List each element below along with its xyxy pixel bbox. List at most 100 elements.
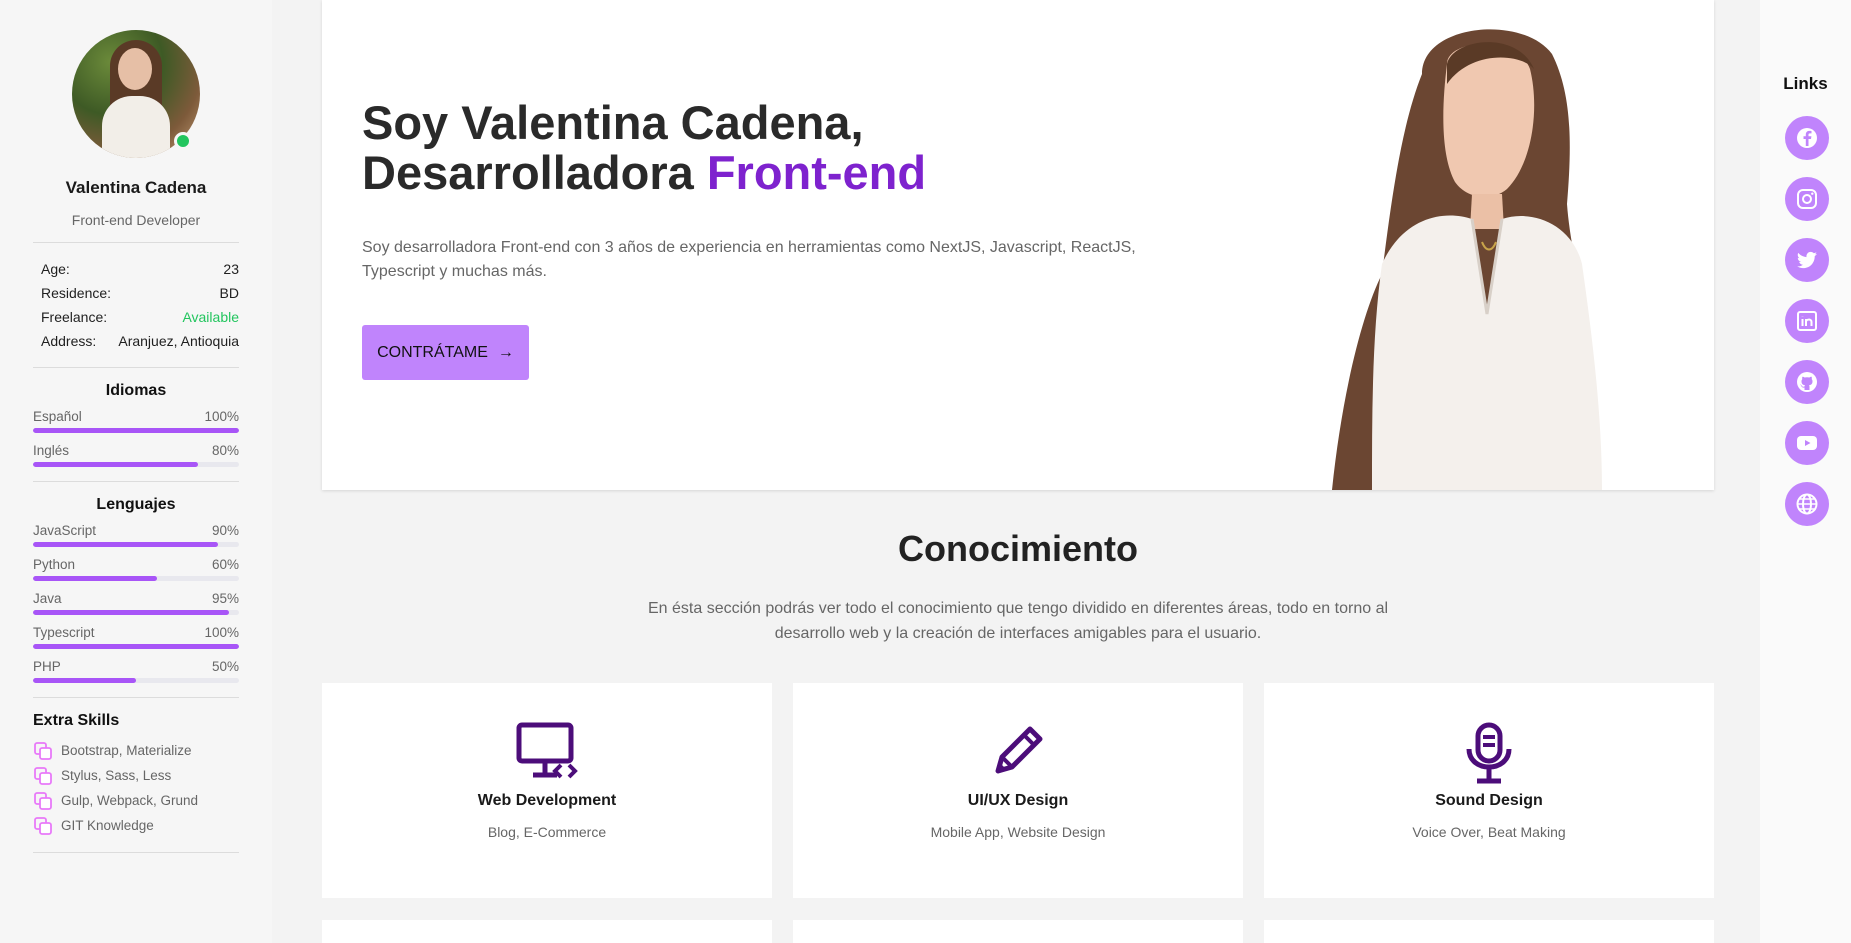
skill-progress-fill bbox=[33, 644, 239, 649]
microphone-icon bbox=[1466, 722, 1512, 784]
skill-head: JavaScript 90% bbox=[33, 522, 239, 540]
skill-name: Python bbox=[33, 557, 76, 572]
info-value: BD bbox=[219, 285, 239, 301]
skill-progress-bar bbox=[33, 542, 239, 547]
skill-name: Java bbox=[33, 591, 62, 606]
instagram-link[interactable] bbox=[1785, 177, 1829, 221]
info-row-address: Address: Aranjuez, Antioquia bbox=[33, 329, 239, 353]
hero-description: Soy desarrolladora Front-end con 3 años … bbox=[362, 239, 1136, 280]
info-row-age: Age: 23 bbox=[33, 257, 239, 281]
skill-progress-bar bbox=[33, 610, 239, 615]
skill-item: JavaScript 90% bbox=[33, 522, 239, 547]
globe-icon bbox=[1796, 493, 1818, 515]
service-card-partial bbox=[793, 920, 1243, 943]
extra-skill-item: Gulp, Webpack, Grund bbox=[33, 788, 239, 813]
skill-name: Inglés bbox=[33, 443, 70, 458]
copy-icon bbox=[34, 816, 52, 835]
extra-skill-label: Bootstrap, Materialize bbox=[61, 743, 192, 758]
extra-skill-item: GIT Knowledge bbox=[33, 813, 239, 838]
skill-progress-fill bbox=[33, 542, 219, 547]
skill-item: PHP 50% bbox=[33, 658, 239, 683]
skill-progress-fill bbox=[33, 576, 157, 581]
skill-level: 80% bbox=[211, 443, 239, 458]
service-card-partial bbox=[1264, 920, 1714, 943]
twitter-link[interactable] bbox=[1785, 238, 1829, 282]
profile-role: Front-end Developer bbox=[71, 212, 201, 228]
avatar bbox=[72, 30, 200, 158]
extra-skill-label: Gulp, Webpack, Grund bbox=[61, 793, 199, 808]
skill-progress-fill bbox=[33, 428, 239, 433]
copy-icon bbox=[34, 766, 52, 785]
service-card-title: Sound Design bbox=[1435, 792, 1543, 809]
service-card-subtitle: Voice Over, Beat Making bbox=[1412, 824, 1566, 840]
hire-me-button[interactable]: CONTRÁTAME → bbox=[362, 325, 529, 380]
facebook-icon bbox=[1797, 128, 1817, 148]
skill-level: 90% bbox=[211, 523, 239, 538]
info-label: Freelance: bbox=[41, 309, 108, 325]
twitter-icon bbox=[1797, 251, 1817, 269]
linkedin-icon bbox=[1797, 311, 1817, 331]
info-label: Age: bbox=[41, 261, 70, 277]
skill-name: JavaScript bbox=[33, 523, 97, 538]
info-label: Address: bbox=[41, 333, 97, 349]
skill-progress-fill bbox=[33, 462, 198, 467]
skill-progress-bar bbox=[33, 678, 239, 683]
languages-title: Idiomas bbox=[105, 382, 167, 399]
skill-item: Java 95% bbox=[33, 590, 239, 615]
extra-skills-list: Bootstrap, Materialize Stylus, Sass, Less… bbox=[33, 738, 239, 838]
monitor-code-icon bbox=[516, 722, 578, 779]
divider bbox=[33, 242, 239, 243]
arrow-right-icon: → bbox=[497, 343, 514, 361]
service-card-partial bbox=[322, 920, 772, 943]
service-card-title: UI/UX Design bbox=[967, 792, 1069, 809]
hero-title-prefix: Desarrolladora bbox=[362, 146, 707, 199]
facebook-link[interactable] bbox=[1785, 116, 1829, 160]
skill-level: 100% bbox=[204, 409, 239, 424]
profile-sidebar: Valentina Cadena Front-end Developer Age… bbox=[0, 0, 272, 943]
skill-item: Python 60% bbox=[33, 556, 239, 581]
youtube-link[interactable] bbox=[1785, 421, 1829, 465]
skill-head: Inglés 80% bbox=[33, 442, 239, 460]
service-card-web-development: Web Development Blog, E-Commerce bbox=[322, 683, 772, 898]
skill-item: Inglés 80% bbox=[33, 442, 239, 467]
extra-skill-label: Stylus, Sass, Less bbox=[61, 768, 172, 783]
hire-me-label: CONTRÁTAME bbox=[377, 343, 488, 361]
hero-title-line1: Soy Valentina Cadena, bbox=[362, 96, 864, 149]
skill-progress-fill bbox=[33, 610, 229, 615]
skill-name: PHP bbox=[33, 659, 61, 674]
programming-list: JavaScript 90% Python 60% Java 95% Typescript 1… bbox=[33, 522, 239, 683]
online-status-indicator bbox=[174, 132, 192, 150]
knowledge-description: En ésta sección podrás ver todo el conoc… bbox=[647, 600, 1389, 642]
divider bbox=[33, 481, 239, 482]
skill-level: 100% bbox=[204, 625, 239, 640]
hero-title: Soy Valentina Cadena, Desarrolladora Fro… bbox=[362, 98, 926, 198]
skill-progress-bar bbox=[33, 576, 239, 581]
service-card-ui-ux-design: UI/UX Design Mobile App, Website Design bbox=[793, 683, 1243, 898]
programming-title: Lenguajes bbox=[96, 496, 176, 513]
profile-name: Valentina Cadena bbox=[65, 178, 207, 197]
pencil-icon bbox=[995, 726, 1043, 774]
github-link[interactable] bbox=[1785, 360, 1829, 404]
skill-head: Java 95% bbox=[33, 590, 239, 608]
info-value-available: Available bbox=[182, 309, 239, 325]
knowledge-title: Conocimiento bbox=[898, 528, 1138, 569]
skill-head: Typescript 100% bbox=[33, 624, 239, 642]
copy-icon bbox=[34, 791, 52, 810]
divider bbox=[33, 697, 239, 698]
links-sidebar: Links bbox=[1760, 0, 1851, 943]
info-label: Residence: bbox=[41, 285, 112, 301]
github-icon bbox=[1797, 372, 1817, 392]
extra-skill-item: Stylus, Sass, Less bbox=[33, 763, 239, 788]
hero-section: Soy Valentina Cadena, Desarrolladora Fro… bbox=[322, 0, 1714, 490]
skill-level: 50% bbox=[211, 659, 239, 674]
skill-level: 60% bbox=[211, 557, 239, 572]
info-value: 23 bbox=[223, 261, 239, 277]
skill-head: Python 60% bbox=[33, 556, 239, 574]
languages-list: Español 100% Inglés 80% bbox=[33, 408, 239, 467]
website-link[interactable] bbox=[1785, 482, 1829, 526]
linkedin-link[interactable] bbox=[1785, 299, 1829, 343]
extra-skill-item: Bootstrap, Materialize bbox=[33, 738, 239, 763]
skill-head: Español 100% bbox=[33, 408, 239, 426]
skill-head: PHP 50% bbox=[33, 658, 239, 676]
hero-portrait bbox=[1332, 29, 1602, 490]
